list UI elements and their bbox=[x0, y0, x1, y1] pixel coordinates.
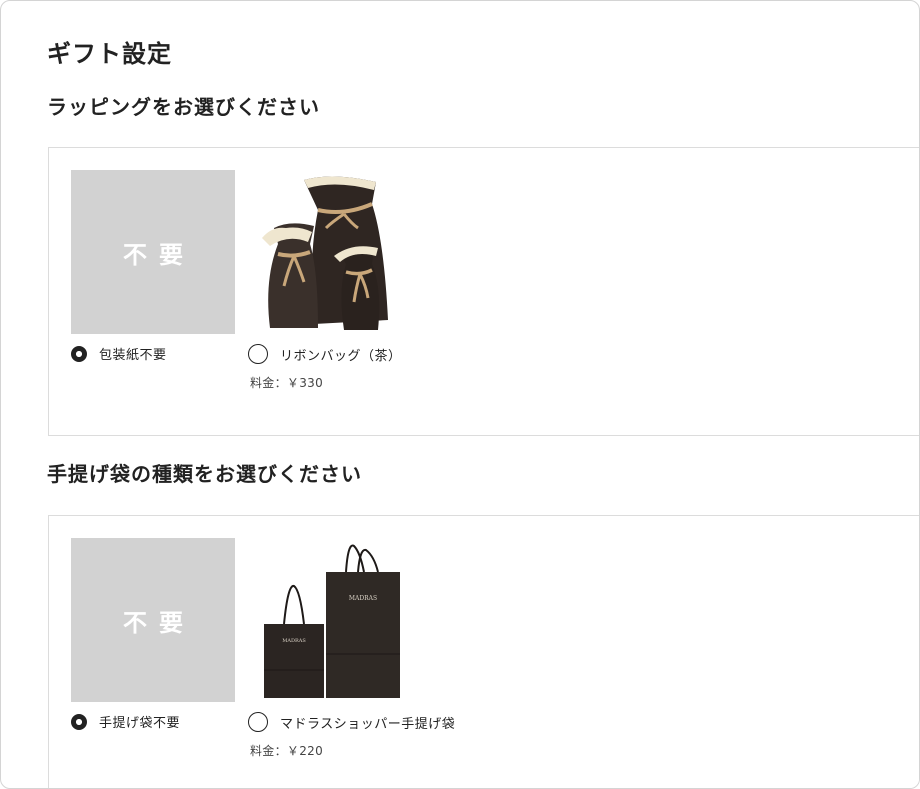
none-thumb-text: 不要 bbox=[123, 240, 195, 269]
handbag-none-thumbnail[interactable]: 不要 bbox=[71, 538, 235, 702]
wrapping-ribbon-radio[interactable] bbox=[248, 344, 268, 364]
none-thumb-text: 不要 bbox=[123, 608, 195, 637]
shopping-bags-icon: MADRAS MADRAS bbox=[264, 544, 400, 698]
wrapping-options-panel: 不要 包装紙不要 リボンバッグ（茶） 料金：￥330 bbox=[48, 147, 919, 436]
svg-text:MADRAS: MADRAS bbox=[282, 638, 306, 644]
wrapping-none-thumbnail[interactable]: 不要 bbox=[71, 170, 235, 334]
wrapping-ribbon-radio-row[interactable]: リボンバッグ（茶） bbox=[248, 344, 412, 364]
handbag-heading: 手提げ袋の種類をお選びください bbox=[47, 462, 362, 486]
page-title: ギフト設定 bbox=[47, 40, 172, 68]
handbag-shopper-radio-row[interactable]: マドラスショッパー手提げ袋 bbox=[248, 712, 455, 732]
ribbon-gift-bags-icon bbox=[262, 176, 388, 330]
wrapping-ribbon-price: 料金：￥330 bbox=[250, 376, 324, 390]
wrapping-heading: ラッピングをお選びください bbox=[47, 95, 320, 119]
handbag-none-radio-row[interactable]: 手提げ袋不要 bbox=[71, 712, 235, 731]
wrapping-none-radio[interactable] bbox=[71, 345, 87, 362]
handbag-option-none[interactable]: 不要 手提げ袋不要 bbox=[71, 538, 235, 731]
handbag-shopper-price: 料金：￥220 bbox=[250, 744, 324, 758]
handbag-none-radio[interactable] bbox=[71, 713, 87, 730]
gift-settings-card: ギフト設定 ラッピングをお選びください 不要 包装紙不要 リボンバッグ（茶） 料… bbox=[0, 0, 920, 789]
wrapping-ribbon-label: リボンバッグ（茶） bbox=[280, 348, 402, 364]
wrapping-none-label: 包装紙不要 bbox=[99, 348, 167, 363]
handbag-shopper-label: マドラスショッパー手提げ袋 bbox=[280, 716, 456, 732]
ribbon-bag-image[interactable] bbox=[248, 170, 412, 334]
handbag-shopper-radio[interactable] bbox=[248, 712, 268, 732]
wrapping-option-none[interactable]: 不要 包装紙不要 bbox=[71, 170, 235, 363]
handbag-option-shopper[interactable]: MADRAS MADRAS マドラスショッパー手提げ袋 料金：￥220 bbox=[248, 538, 455, 759]
svg-text:MADRAS: MADRAS bbox=[349, 595, 377, 602]
shopper-bag-image[interactable]: MADRAS MADRAS bbox=[248, 538, 412, 702]
wrapping-option-ribbon-bag[interactable]: リボンバッグ（茶） 料金：￥330 bbox=[248, 170, 412, 391]
handbag-options-panel: 不要 手提げ袋不要 MADRAS MADRAS マドラスショッパー手提げ袋 料金… bbox=[48, 515, 919, 788]
handbag-none-label: 手提げ袋不要 bbox=[99, 716, 181, 731]
wrapping-none-radio-row[interactable]: 包装紙不要 bbox=[71, 344, 235, 363]
